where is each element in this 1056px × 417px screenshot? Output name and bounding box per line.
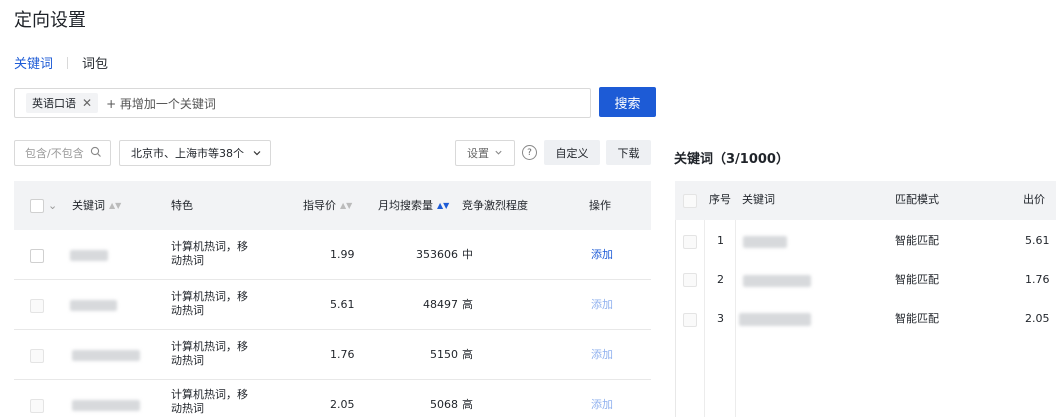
blurred-keyword — [72, 350, 140, 361]
select-all-checkbox[interactable] — [683, 194, 697, 208]
match-mode-cell[interactable]: 智能匹配 — [895, 234, 939, 248]
feature-cell: 计算机热词，移 动热词 — [171, 340, 248, 367]
region-select[interactable]: 北京市、上海市等38个 — [119, 140, 271, 166]
customize-button[interactable]: 自定义 — [544, 140, 600, 165]
help-icon[interactable]: ? — [522, 145, 537, 160]
blurred-keyword — [70, 300, 117, 311]
tab-divider — [67, 56, 69, 69]
volume-cell: 5150 — [430, 348, 458, 361]
header-action: 操作 — [589, 199, 611, 212]
page-title: 定向设置 — [14, 10, 86, 31]
sort-desc-icon: ▲▼ — [437, 201, 450, 210]
blurred-keyword — [743, 236, 787, 248]
price-cell: 5.61 — [330, 298, 355, 311]
keyword-chip-label: 英语口语 — [32, 97, 76, 110]
chevron-down-icon — [252, 148, 262, 161]
sort-icon: ▲▼ — [109, 201, 122, 210]
close-icon[interactable]: ✕ — [82, 96, 92, 110]
add-button[interactable]: 添加 — [591, 398, 613, 412]
settings-label: 设置 — [467, 147, 489, 160]
chevron-down-icon — [494, 147, 503, 160]
header-competition: 竞争激烈程度 — [462, 199, 528, 212]
add-keyword-input[interactable]: + 再增加一个关键词 — [106, 95, 216, 112]
table-row[interactable]: 计算机热词，移 动热词 5.61 48497 高 添加 — [14, 280, 651, 330]
select-all-checkbox[interactable] — [30, 199, 44, 213]
volume-cell: 5068 — [430, 398, 458, 411]
row-checkbox[interactable] — [683, 273, 697, 287]
blurred-keyword — [72, 400, 140, 411]
price-cell: 1.76 — [330, 348, 355, 361]
table-row[interactable]: 计算机热词，移 动热词 2.05 5068 高 添加 — [14, 380, 651, 417]
add-button[interactable]: 添加 — [591, 348, 613, 362]
price-cell: 1.99 — [330, 248, 355, 261]
table-row[interactable]: 3 智能匹配 2.05 — [675, 306, 1056, 334]
volume-cell: 353606 — [416, 248, 458, 261]
add-button[interactable]: 添加 — [591, 248, 613, 262]
keyword-table-header: ⌄ 关键词 ▲▼ 特色 指导价 ▲▼ 月均搜索量 ▲▼ 竞争激烈程度 操作 — [14, 181, 651, 230]
header-bid: 出价 — [1023, 193, 1045, 206]
keyword-chip: 英语口语 ✕ — [26, 93, 99, 113]
bid-cell[interactable]: 2.05 — [1025, 312, 1050, 326]
row-checkbox[interactable] — [30, 399, 44, 413]
selected-table-header: 序号 关键词 匹配模式 出价 — [675, 181, 1056, 220]
match-mode-cell[interactable]: 智能匹配 — [895, 273, 939, 287]
blurred-keyword — [739, 313, 811, 326]
row-checkbox[interactable] — [30, 299, 44, 313]
selected-keywords-title: 关键词（3/1000） — [674, 152, 789, 167]
row-checkbox[interactable] — [30, 349, 44, 363]
row-checkbox[interactable] — [683, 313, 697, 327]
download-button[interactable]: 下载 — [606, 140, 651, 165]
blurred-keyword — [70, 250, 108, 261]
search-icon — [90, 146, 102, 161]
header-monthly-search[interactable]: 月均搜索量 ▲▼ — [378, 199, 449, 213]
match-mode-cell[interactable]: 智能匹配 — [895, 312, 939, 326]
table-row[interactable]: 计算机热词，移 动热词 1.99 353606 中 添加 — [14, 230, 651, 280]
row-checkbox[interactable] — [683, 235, 697, 249]
add-button[interactable]: 添加 — [591, 298, 613, 312]
feature-cell: 计算机热词，移 动热词 — [171, 240, 248, 267]
tab-keyword[interactable]: 关键词 — [14, 53, 53, 72]
sort-icon: ▲▼ — [340, 201, 353, 210]
index-cell: 3 — [717, 312, 724, 325]
price-cell: 2.05 — [330, 398, 355, 411]
volume-cell: 48497 — [423, 298, 458, 311]
settings-dropdown[interactable]: 设置 — [455, 140, 515, 166]
feature-cell: 计算机热词，移 动热词 — [171, 388, 248, 415]
feature-cell: 计算机热词，移 动热词 — [171, 290, 248, 317]
competition-cell: 高 — [462, 398, 473, 411]
blurred-keyword — [743, 275, 811, 287]
index-cell: 1 — [717, 234, 724, 247]
table-row[interactable]: 计算机热词，移 动热词 1.76 5150 高 添加 — [14, 330, 651, 380]
competition-cell: 高 — [462, 348, 473, 361]
include-exclude-input[interactable]: 包含/不包含 — [14, 140, 111, 166]
tab-bar: 关键词 词包 — [14, 53, 108, 72]
bid-cell[interactable]: 1.76 — [1025, 273, 1050, 287]
search-button[interactable]: 搜索 — [599, 87, 656, 117]
bid-cell[interactable]: 5.61 — [1025, 234, 1050, 248]
table-row[interactable]: 1 智能匹配 5.61 — [675, 230, 1056, 258]
header-keyword: 关键词 — [742, 193, 775, 206]
competition-cell: 中 — [462, 248, 473, 261]
header-match-mode: 匹配模式 — [895, 193, 939, 206]
index-cell: 2 — [717, 273, 724, 286]
header-keyword[interactable]: 关键词 ▲▼ — [72, 199, 121, 213]
header-index: 序号 — [709, 193, 731, 206]
row-checkbox[interactable] — [30, 249, 44, 263]
keyword-input-box[interactable]: 英语口语 ✕ + 再增加一个关键词 — [14, 88, 591, 118]
header-feature: 特色 — [171, 199, 193, 212]
header-guide-price[interactable]: 指导价 ▲▼ — [303, 199, 352, 213]
competition-cell: 高 — [462, 298, 473, 311]
chevron-down-icon[interactable]: ⌄ — [48, 199, 57, 213]
include-exclude-placeholder: 包含/不包含 — [25, 147, 84, 160]
region-select-value: 北京市、上海市等38个 — [131, 147, 244, 160]
tab-word-package[interactable]: 词包 — [82, 53, 108, 72]
table-row[interactable]: 2 智能匹配 1.76 — [675, 268, 1056, 296]
